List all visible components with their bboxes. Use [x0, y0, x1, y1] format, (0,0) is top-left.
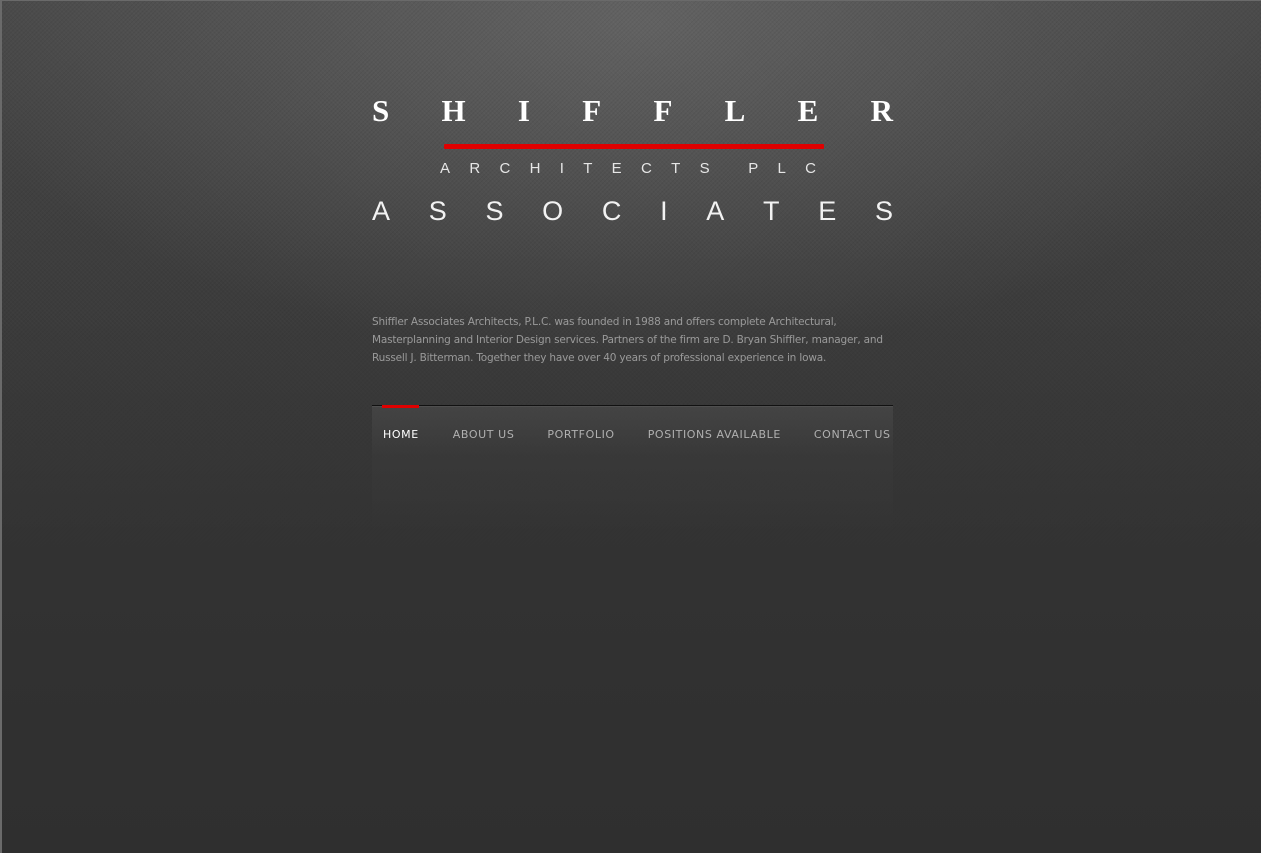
- logo-letter: S: [428, 196, 447, 226]
- intro-line: Shiffler Associates Architects, P.L.C. w…: [372, 316, 837, 328]
- intro-paragraph: Shiffler Associates Architects, P.L.C. w…: [372, 313, 883, 367]
- logo-letter: I: [559, 160, 564, 177]
- nav-item-label: ABOUT US: [452, 428, 515, 441]
- logo-associates: A S S O C I A T E S: [372, 195, 893, 227]
- nav-item-label: POSITIONS AVAILABLE: [647, 428, 781, 441]
- logo-letter: A: [706, 196, 725, 226]
- logo-letter: T: [763, 196, 780, 226]
- logo-letter: L: [724, 93, 746, 128]
- logo-architects-plc: A R C H I T E C T S P L C: [440, 160, 816, 178]
- logo-letter: R: [469, 160, 481, 177]
- nav-item-contact-us[interactable]: CONTACT US: [814, 428, 891, 441]
- logo-letter: C: [640, 160, 652, 177]
- logo-letter: R: [870, 93, 893, 128]
- logo-letter: A: [372, 196, 391, 226]
- logo-letter: C: [805, 160, 816, 177]
- page-background: S H I F F L E R A R C H I T E C T S P L …: [0, 0, 1261, 853]
- nav-item-about-us[interactable]: ABOUT US: [453, 428, 515, 441]
- logo-letter: E: [611, 160, 622, 177]
- company-logo: S H I F F L E R A R C H I T E C T S P L …: [372, 93, 893, 233]
- logo-letter: S: [372, 93, 390, 128]
- nav-item-label: HOME: [383, 428, 419, 441]
- logo-letter: T: [583, 160, 593, 177]
- logo-letter: I: [517, 93, 530, 128]
- logo-red-bar: [444, 144, 824, 149]
- logo-letter: F: [653, 93, 673, 128]
- active-indicator: [382, 405, 419, 408]
- logo-shiffler: S H I F F L E R: [372, 93, 893, 129]
- logo-letter: P: [748, 160, 759, 177]
- logo-letter: H: [441, 93, 466, 128]
- main-navigation: HOME ABOUT US PORTFOLIO POSITIONS AVAILA…: [372, 405, 893, 530]
- intro-line: Russell J. Bitterman. Together they have…: [372, 352, 827, 364]
- logo-letter: C: [601, 196, 622, 226]
- logo-letter: O: [542, 196, 564, 226]
- nav-item-label: CONTACT US: [813, 428, 891, 441]
- logo-letter: L: [777, 160, 786, 177]
- logo-letter: S: [699, 160, 710, 177]
- nav-menu: HOME ABOUT US PORTFOLIO POSITIONS AVAILA…: [382, 405, 891, 441]
- logo-letter: A: [440, 160, 451, 177]
- logo-letter: C: [499, 160, 511, 177]
- logo-letter: E: [818, 196, 837, 226]
- logo-letter: F: [582, 93, 602, 128]
- nav-item-portfolio[interactable]: PORTFOLIO: [547, 428, 614, 441]
- logo-letter: T: [671, 160, 681, 177]
- logo-letter: E: [797, 93, 819, 128]
- nav-item-label: PORTFOLIO: [547, 428, 615, 441]
- logo-letter: H: [529, 160, 541, 177]
- intro-line: Masterplanning and Interior Design servi…: [372, 334, 883, 346]
- nav-item-home[interactable]: HOME: [382, 405, 419, 441]
- logo-letter: I: [660, 196, 668, 226]
- logo-letter: S: [485, 196, 504, 226]
- logo-letter: S: [874, 196, 893, 226]
- nav-item-positions-available[interactable]: POSITIONS AVAILABLE: [648, 428, 781, 441]
